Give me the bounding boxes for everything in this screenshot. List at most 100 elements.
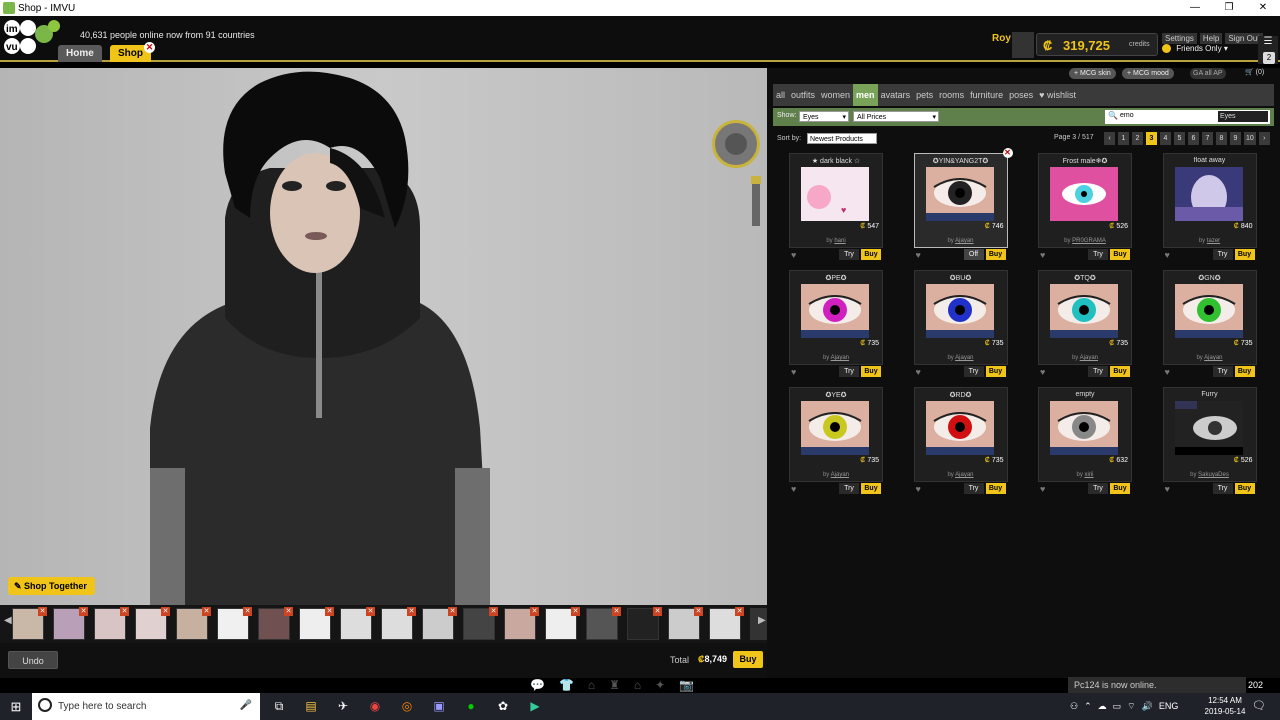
- buy-button[interactable]: Buy: [985, 366, 1006, 377]
- remove-product-icon[interactable]: ✕: [1002, 148, 1013, 158]
- tab-rooms[interactable]: rooms: [936, 84, 967, 106]
- remove-item-icon[interactable]: ✕: [694, 607, 703, 616]
- chrome-icon[interactable]: ◉: [364, 697, 386, 716]
- buy-button[interactable]: Buy: [861, 366, 881, 377]
- online-toast[interactable]: Pc124 is now online.: [1068, 677, 1246, 693]
- worn-item-thumbnail[interactable]: ✕: [545, 607, 580, 640]
- creator-link[interactable]: hani: [834, 238, 845, 244]
- wishlist-heart-icon[interactable]: ♥: [1040, 367, 1045, 377]
- page-5-button[interactable]: 5: [1174, 132, 1185, 145]
- page-prev-button[interactable]: ‹: [1104, 132, 1115, 145]
- search-input[interactable]: emo: [1120, 112, 1134, 119]
- wishlist-heart-icon[interactable]: ♥: [1165, 250, 1170, 260]
- help-link[interactable]: Help: [1199, 33, 1223, 44]
- remove-item-icon[interactable]: ✕: [407, 607, 416, 616]
- camera-control[interactable]: [712, 120, 760, 168]
- creator-link[interactable]: PR0GRAMA: [1072, 238, 1106, 244]
- tab-women[interactable]: women: [818, 84, 853, 106]
- wishlist-heart-icon[interactable]: ♥: [791, 250, 796, 260]
- buy-button[interactable]: Buy: [1234, 249, 1255, 260]
- mcg-skin-button[interactable]: + MCG skin: [1069, 68, 1116, 79]
- buy-button[interactable]: Buy: [1110, 483, 1130, 494]
- creator-link[interactable]: Ajayan: [831, 355, 849, 361]
- worn-item-thumbnail[interactable]: ✕: [381, 607, 416, 640]
- app-icon[interactable]: ▶: [524, 697, 546, 716]
- product-card[interactable]: Frost male❄✪ ₡ 526 by PR0GRAMA ♥ Try Buy: [1038, 153, 1132, 263]
- blender-icon[interactable]: ◎: [396, 697, 418, 716]
- buy-button[interactable]: Buy: [985, 483, 1006, 494]
- product-thumbnail[interactable]: [925, 401, 994, 455]
- buy-button[interactable]: Buy: [1234, 483, 1255, 494]
- battery-icon[interactable]: ▭: [1113, 693, 1122, 720]
- visibility-select[interactable]: Friends Only ▾: [1162, 44, 1252, 56]
- try-button[interactable]: Try: [1212, 483, 1233, 494]
- mcg-mood-button[interactable]: + MCG mood: [1122, 68, 1174, 79]
- minimize-button[interactable]: —: [1178, 0, 1212, 16]
- sign-out-link[interactable]: Sign Out: [1225, 33, 1263, 44]
- worn-item-thumbnail[interactable]: ✕: [586, 607, 621, 640]
- page-2-button[interactable]: 2: [1132, 132, 1143, 145]
- product-card[interactable]: ✪TQ✪ ₡ 735 by Ajayan ♥ Try Buy: [1038, 270, 1132, 380]
- worn-item-thumbnail[interactable]: ✕: [627, 607, 662, 640]
- task-view-icon[interactable]: ⧉: [268, 697, 290, 716]
- try-button[interactable]: Try: [1212, 249, 1233, 260]
- creator-link[interactable]: Ajayan: [955, 355, 973, 361]
- remove-item-icon[interactable]: ✕: [448, 607, 457, 616]
- remove-item-icon[interactable]: ✕: [202, 607, 211, 616]
- product-card[interactable]: ✪RD✪ ₡ 735 by Ajayan ♥ Try Buy: [913, 387, 1008, 497]
- product-thumbnail[interactable]: [801, 284, 869, 338]
- strip-scroll-right-icon[interactable]: ▶: [758, 615, 766, 626]
- worn-item-thumbnail[interactable]: ✕: [668, 607, 703, 640]
- worn-item-thumbnail[interactable]: ✕: [463, 607, 498, 640]
- creator-link[interactable]: Ajayan: [955, 472, 973, 478]
- product-thumbnail[interactable]: [1050, 401, 1118, 455]
- product-thumbnail[interactable]: [1050, 167, 1118, 221]
- creator-link[interactable]: Ajayan: [955, 238, 973, 244]
- tab-furniture[interactable]: furniture: [967, 84, 1006, 106]
- try-button[interactable]: Try: [839, 483, 859, 494]
- tab-home[interactable]: Home: [58, 45, 102, 62]
- sort-select[interactable]: Newest Products: [807, 133, 877, 144]
- worn-item-thumbnail[interactable]: ✕: [299, 607, 334, 640]
- worn-item-thumbnail[interactable]: ✕: [94, 607, 129, 640]
- product-card[interactable]: ✪YE✪ ₡ 735 by Ajayan ♥ Try Buy: [789, 387, 883, 497]
- shirt-icon[interactable]: 👕: [559, 678, 574, 692]
- product-card[interactable]: ✪YIN&YANG2T✪ ₡ 746 by Ajayan ♥ Off Buy ✕: [913, 148, 1013, 263]
- product-thumbnail[interactable]: [1174, 284, 1243, 338]
- page-10-button[interactable]: 10: [1244, 132, 1256, 145]
- try-button[interactable]: Try: [1088, 366, 1108, 377]
- price-select[interactable]: All Prices: [853, 111, 939, 123]
- shop-together-button[interactable]: ✎ Shop Together: [8, 577, 95, 595]
- buy-button[interactable]: Buy: [1110, 366, 1130, 377]
- try-button[interactable]: Try: [963, 366, 984, 377]
- wishlist-heart-icon[interactable]: ♥: [1165, 484, 1170, 494]
- worn-item-thumbnail[interactable]: ✕: [53, 607, 88, 640]
- app-icon[interactable]: ✈: [332, 697, 354, 716]
- product-card[interactable]: ★ dark black ☆ ♥ ₡ 547 by hani ♥ Try Buy: [789, 153, 883, 263]
- remove-item-icon[interactable]: ✕: [284, 607, 293, 616]
- remove-item-icon[interactable]: ✕: [489, 607, 498, 616]
- wishlist-heart-icon[interactable]: ♥: [1040, 484, 1045, 494]
- avatar-viewport[interactable]: ✎ Shop Together: [0, 68, 767, 605]
- try-button[interactable]: Try: [1212, 366, 1233, 377]
- wishlist-heart-icon[interactable]: ♥: [791, 484, 796, 494]
- zoom-slider[interactable]: [751, 176, 761, 226]
- tray-chevron-icon[interactable]: ⌃: [1084, 693, 1092, 720]
- product-card[interactable]: ✪BU✪ ₡ 735 by Ajayan ♥ Try Buy: [913, 270, 1008, 380]
- remove-item-icon[interactable]: ✕: [79, 607, 88, 616]
- taskbar-search[interactable]: Type here to search 🎤: [32, 693, 260, 720]
- windows-start-icon[interactable]: ⊞: [0, 693, 32, 720]
- show-select[interactable]: Eyes: [799, 111, 849, 123]
- buy-button[interactable]: Buy: [1110, 249, 1130, 260]
- user-name[interactable]: Roy: [992, 33, 1011, 44]
- credits-display[interactable]: ₡ 319,725 credits: [1036, 33, 1158, 56]
- language-indicator[interactable]: ENG: [1159, 693, 1179, 720]
- page-7-button[interactable]: 7: [1202, 132, 1213, 145]
- cart-button[interactable]: 🛒 (0): [1245, 68, 1264, 76]
- creator-link[interactable]: tazer: [1207, 238, 1220, 244]
- wishlist-heart-icon[interactable]: ♥: [916, 367, 921, 377]
- product-card[interactable]: ✪PE✪ ₡ 735 by Ajayan ♥ Try Buy: [789, 270, 883, 380]
- search-type-select[interactable]: Eyes: [1218, 111, 1268, 122]
- product-thumbnail[interactable]: [1050, 284, 1118, 338]
- cloud-icon[interactable]: ☁: [1098, 693, 1107, 720]
